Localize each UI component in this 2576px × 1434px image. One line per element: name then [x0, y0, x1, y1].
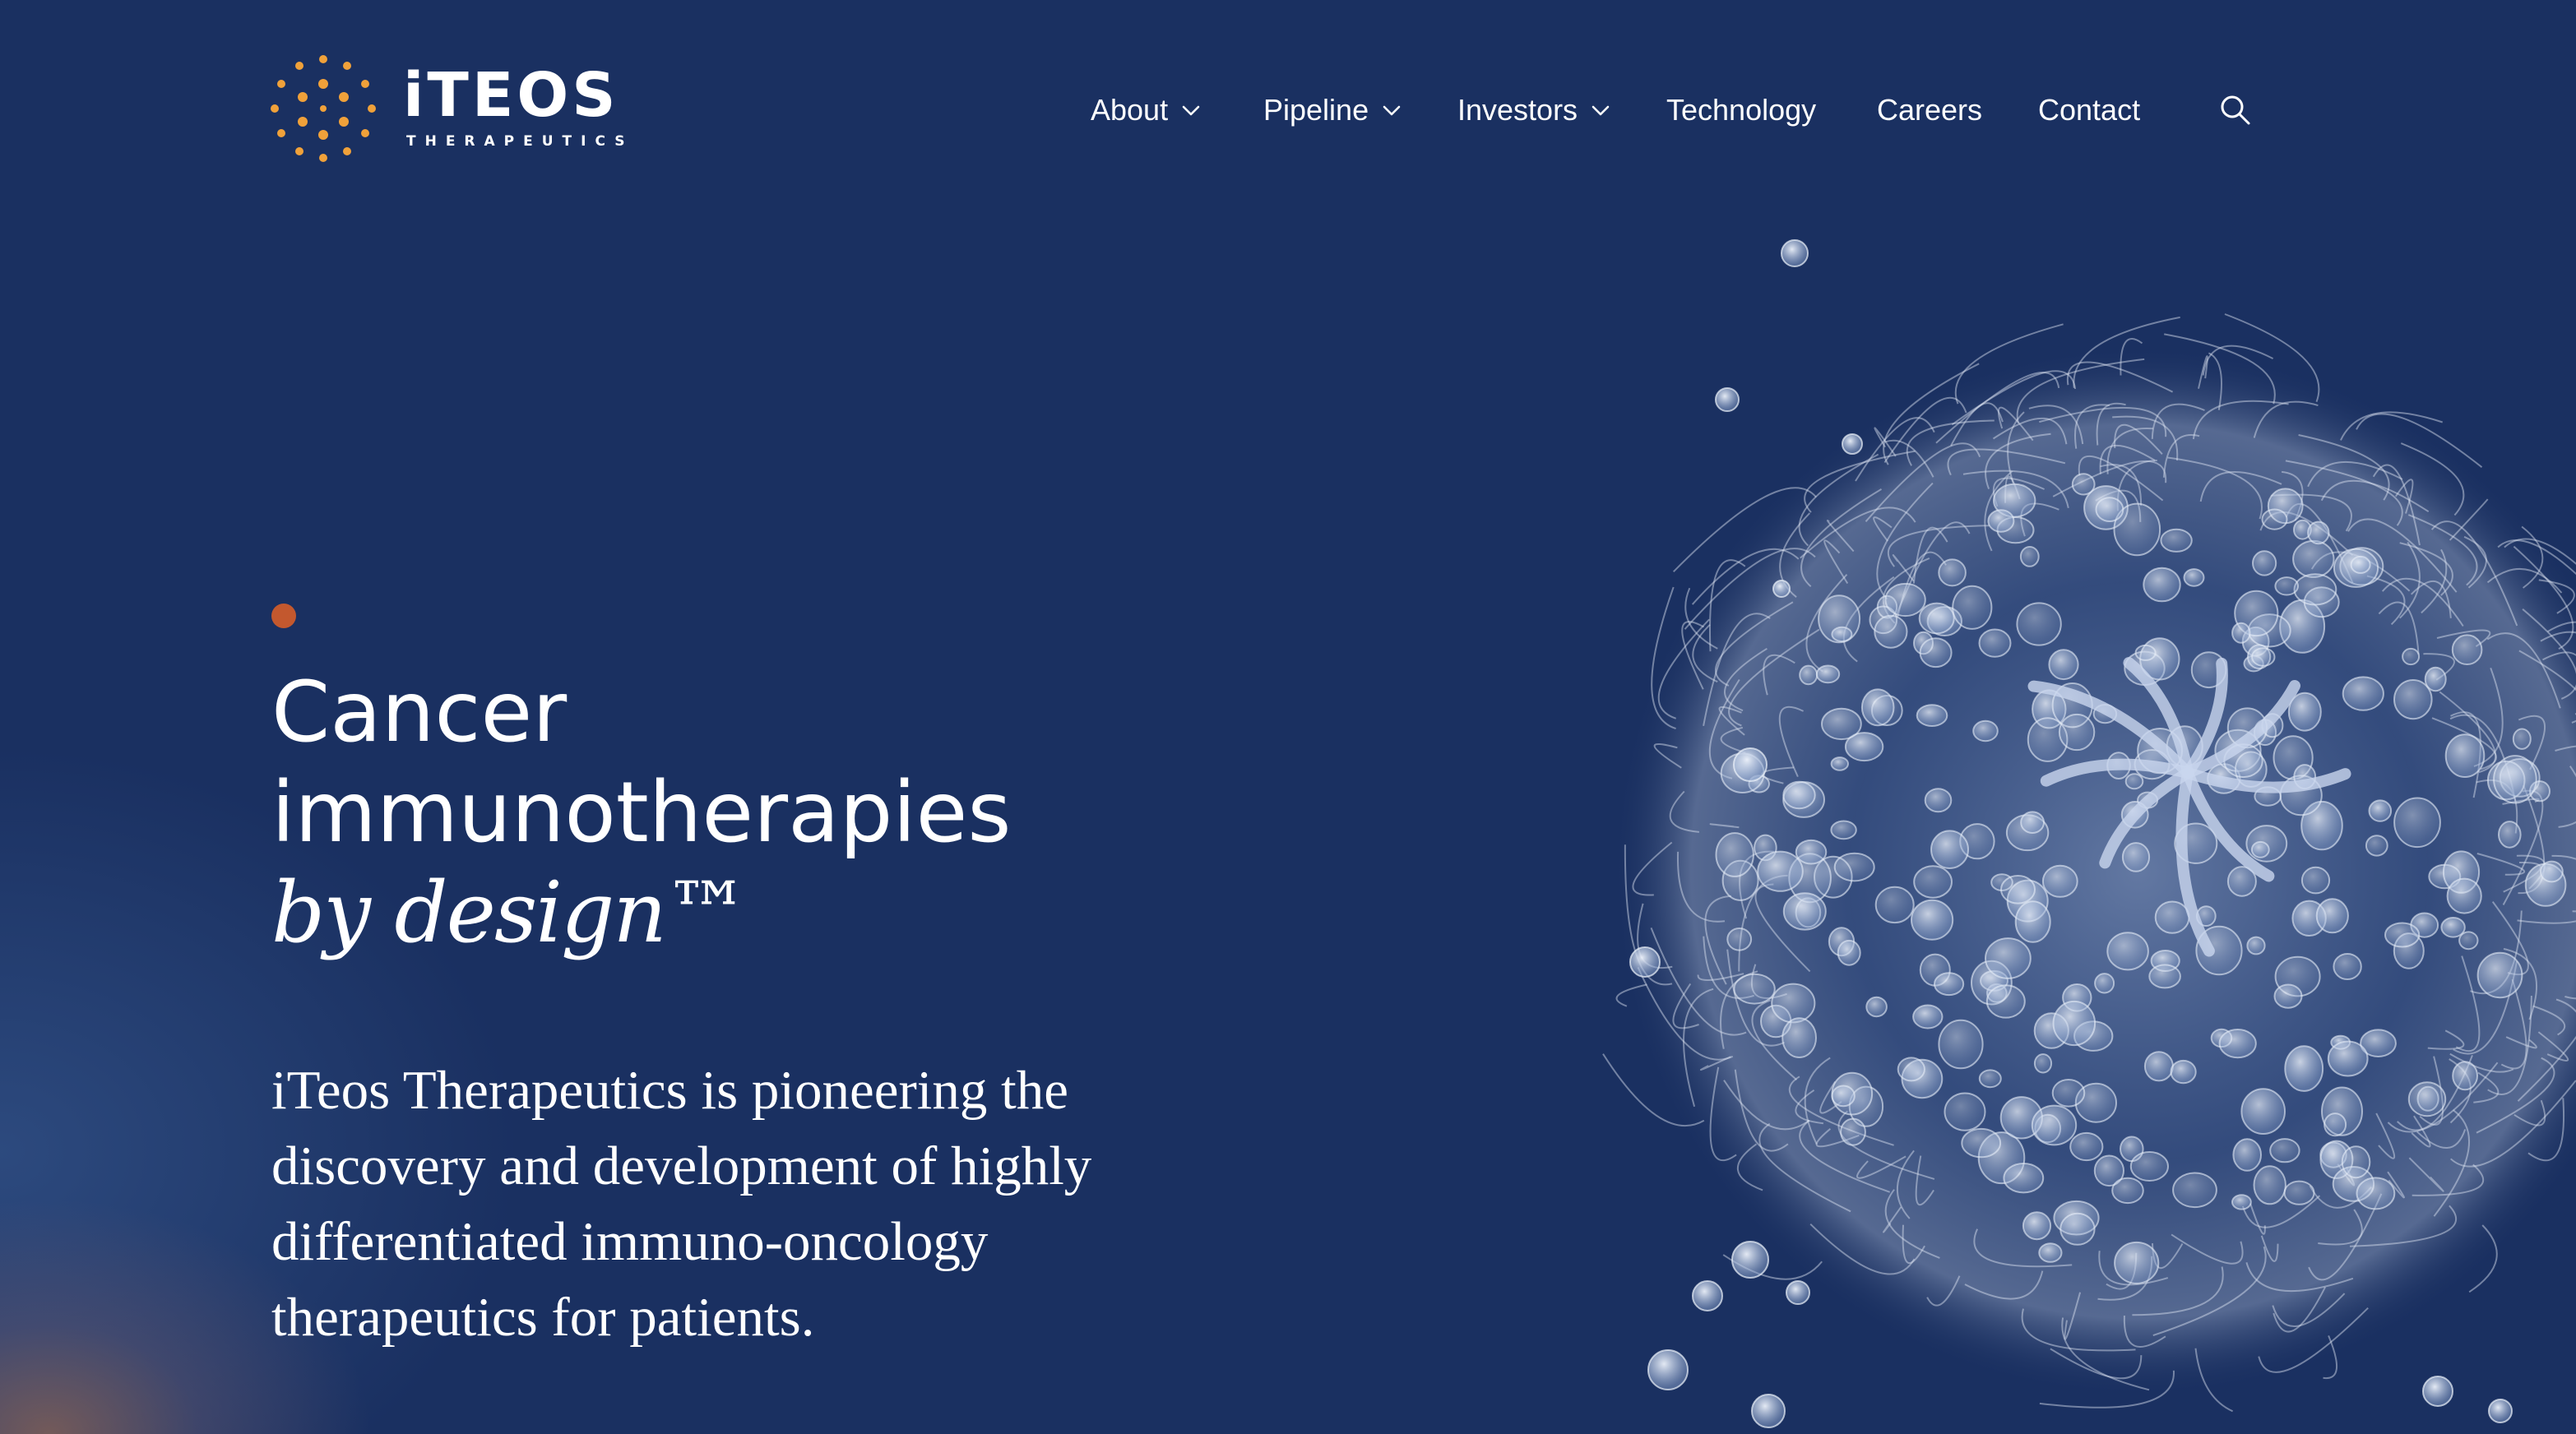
site-header: iTEOS THERAPEUTICS About Pipeline Invest…	[0, 0, 2576, 222]
nav-item-label: About	[1091, 93, 1169, 127]
accent-dot	[271, 604, 296, 628]
nav-item-label: Technology	[1666, 93, 1817, 127]
chevron-down-icon	[1383, 105, 1401, 116]
headline-line: Cancer	[271, 664, 568, 761]
nav-item-label: Contact	[2038, 93, 2141, 127]
hero-headline: Cancer immunotherapies by design™	[271, 663, 1341, 964]
nav-item-about[interactable]: About	[1091, 86, 1202, 135]
nav-item-investors[interactable]: Investors	[1457, 86, 1612, 135]
nav-item-label: Investors	[1457, 93, 1578, 127]
nav-item-careers[interactable]: Careers	[1877, 86, 1982, 135]
nav-item-label: Pipeline	[1263, 93, 1369, 127]
nav-item-pipeline[interactable]: Pipeline	[1263, 86, 1403, 135]
cancer-cell-illustration	[1602, 239, 2576, 1428]
headline-tagline: by design™	[271, 864, 749, 962]
main-nav: About Pipeline Investors Technology Care…	[0, 86, 2576, 135]
hero-description: iTeos Therapeutics is pioneering the dis…	[271, 1060, 1092, 1348]
search-icon[interactable]	[2217, 92, 2254, 128]
brand-tagline: THERAPEUTICS	[406, 133, 634, 150]
chevron-down-icon	[1591, 105, 1610, 116]
nav-item-contact[interactable]: Contact	[2038, 86, 2140, 135]
nav-item-label: Careers	[1877, 93, 1983, 127]
chevron-down-icon	[1182, 105, 1200, 116]
headline-line: immunotherapies	[271, 764, 1012, 862]
page: iTEOS THERAPEUTICS About Pipeline Invest…	[0, 0, 2576, 1434]
nav-item-technology[interactable]: Technology	[1666, 86, 1816, 135]
